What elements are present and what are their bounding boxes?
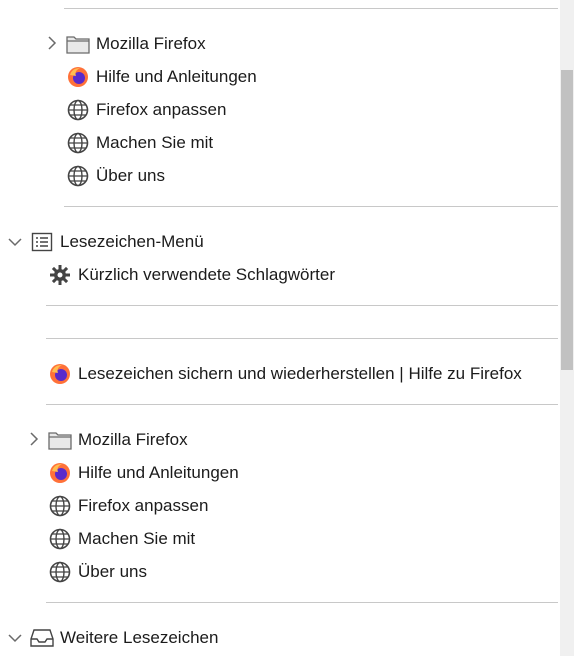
tree-item-label: Mozilla Firefox — [96, 33, 206, 53]
tree-item-label: Lesezeichen-Menü — [60, 231, 204, 251]
separator — [46, 404, 558, 405]
expand-chevron-icon[interactable] — [45, 36, 59, 50]
globe-icon — [48, 560, 72, 584]
tree-item-hilfe[interactable]: Hilfe und Anleitungen — [66, 60, 257, 93]
tree-item-label: Kürzlich verwendete Schlagwörter — [78, 264, 336, 284]
collapse-chevron-icon[interactable] — [8, 631, 22, 645]
globe-icon — [66, 164, 90, 188]
scrollbar-thumb[interactable] — [561, 70, 573, 370]
tray-icon — [30, 626, 54, 650]
separator — [64, 8, 558, 9]
tree-item-mozilla-firefox-folder[interactable]: Mozilla Firefox — [66, 27, 206, 60]
vertical-scrollbar[interactable] — [560, 0, 574, 656]
gear-icon — [48, 263, 72, 287]
tree-item-label: Lesezeichen sichern und wiederherstellen… — [78, 363, 522, 383]
expand-chevron-icon[interactable] — [27, 432, 41, 446]
tree-item-hilfe[interactable]: Hilfe und Anleitungen — [48, 456, 239, 489]
globe-icon — [66, 131, 90, 155]
tree-item-label: Über uns — [96, 165, 165, 185]
separator — [46, 602, 558, 603]
collapse-chevron-icon[interactable] — [8, 235, 22, 249]
globe-icon — [48, 494, 72, 518]
globe-icon — [48, 527, 72, 551]
tree-item-ueber-uns[interactable]: Über uns — [48, 555, 147, 588]
tree-item-label: Firefox anpassen — [78, 495, 209, 515]
tree-item-firefox-anpassen[interactable]: Firefox anpassen — [66, 93, 226, 126]
firefox-icon — [48, 461, 72, 485]
tree-item-other-bookmarks[interactable]: Weitere Lesezeichen — [30, 621, 218, 654]
bookmarks-menu-icon — [30, 230, 54, 254]
separator — [46, 338, 558, 339]
tree-item-machen-sie-mit[interactable]: Machen Sie mit — [48, 522, 195, 555]
tree-item-label: Hilfe und Anleitungen — [78, 462, 239, 482]
bookmarks-tree: Mozilla Firefox Hilfe und Anleitungen Fi… — [0, 0, 560, 656]
globe-icon — [66, 98, 90, 122]
firefox-icon — [66, 65, 90, 89]
tree-item-machen-sie-mit[interactable]: Machen Sie mit — [66, 126, 213, 159]
folder-icon — [66, 32, 90, 56]
tree-item-label: Weitere Lesezeichen — [60, 627, 219, 647]
tree-item-bookmarks-menu[interactable]: Lesezeichen-Menü — [30, 225, 204, 258]
tree-item-recent-tags[interactable]: Kürzlich verwendete Schlagwörter — [48, 258, 335, 291]
tree-item-backup-help[interactable]: Lesezeichen sichern und wiederherstellen… — [48, 357, 522, 390]
tree-item-firefox-anpassen[interactable]: Firefox anpassen — [48, 489, 208, 522]
tree-item-label: Firefox anpassen — [96, 99, 227, 119]
firefox-icon — [48, 362, 72, 386]
tree-item-label: Hilfe und Anleitungen — [96, 66, 257, 86]
tree-item-label: Über uns — [78, 561, 147, 581]
tree-item-label: Mozilla Firefox — [78, 429, 188, 449]
separator — [46, 305, 558, 306]
tree-item-label: Machen Sie mit — [78, 528, 196, 548]
tree-item-label: Machen Sie mit — [96, 132, 214, 152]
tree-item-mozilla-firefox-folder[interactable]: Mozilla Firefox — [48, 423, 188, 456]
tree-item-ueber-uns[interactable]: Über uns — [66, 159, 165, 192]
separator — [64, 206, 558, 207]
folder-icon — [48, 428, 72, 452]
